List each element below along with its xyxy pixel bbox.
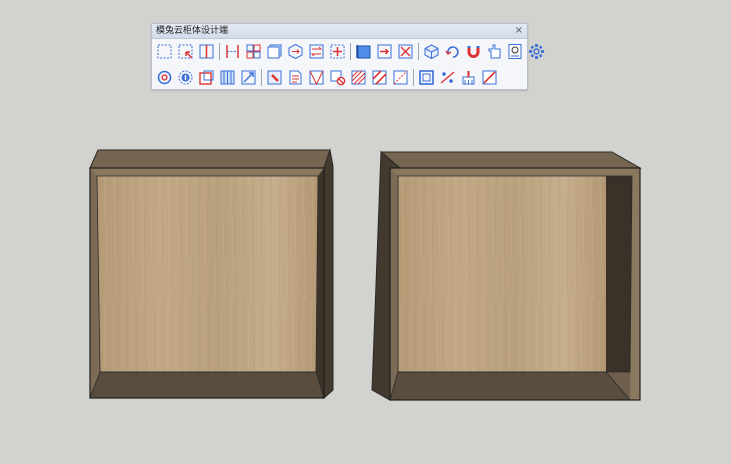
toolbar-separator [413, 68, 414, 86]
magnet-icon[interactable] [464, 42, 483, 61]
paint-box-icon[interactable] [265, 68, 284, 87]
hexagon-move-icon[interactable] [286, 42, 305, 61]
toolbar-separator [219, 42, 220, 60]
swap-arrows-icon[interactable] [307, 42, 326, 61]
select-corner-icon[interactable] [176, 42, 195, 61]
hand-icon[interactable] [485, 42, 504, 61]
cabinet-left[interactable] [89, 148, 334, 400]
copy-panel-icon[interactable] [265, 42, 284, 61]
x-box-icon[interactable] [396, 42, 415, 61]
at-icon[interactable] [155, 68, 174, 87]
corner-icon[interactable] [391, 68, 410, 87]
document-icon[interactable] [286, 68, 305, 87]
grid-split-icon[interactable] [244, 42, 263, 61]
toolbar-row-2 [154, 67, 500, 87]
arrow-in-icon[interactable] [375, 42, 394, 61]
forbidden-icon[interactable] [328, 68, 347, 87]
toolbar-title: 模兔云柜体设计端 [156, 26, 229, 36]
settings-gear-icon[interactable] [527, 42, 546, 61]
red-box-icon[interactable] [197, 68, 216, 87]
hatch-icon[interactable] [349, 68, 368, 87]
vertical-divider-icon[interactable] [197, 42, 216, 61]
side-panels-icon[interactable] [223, 42, 242, 61]
stack-panel-icon[interactable] [218, 68, 237, 87]
hatch-red-icon[interactable] [370, 68, 389, 87]
toolbar-row-1 [154, 41, 547, 61]
close-icon[interactable]: × [515, 24, 523, 37]
cabinet-right[interactable] [371, 150, 642, 401]
toolbar-separator [261, 68, 262, 86]
blue-board-icon[interactable] [354, 42, 373, 61]
frame-icon[interactable] [417, 68, 436, 87]
toolbar-separator [418, 42, 419, 60]
search-doc-icon[interactable] [506, 42, 525, 61]
delete-box-icon[interactable] [480, 68, 499, 87]
rotate-icon[interactable] [443, 42, 462, 61]
add-divider-icon[interactable] [328, 42, 347, 61]
cabinet-icon[interactable] [307, 68, 326, 87]
toolbar-titlebar[interactable]: 模兔云柜体设计端 × [152, 24, 527, 39]
resize-arrow-icon[interactable] [239, 68, 258, 87]
brush-icon[interactable] [459, 68, 478, 87]
number-badge-icon[interactable] [176, 68, 195, 87]
toolbar-separator [350, 42, 351, 60]
cube-icon[interactable] [422, 42, 441, 61]
cabinet-design-toolbar: 模兔云柜体设计端 × [151, 23, 545, 90]
dashed-select-icon[interactable] [155, 42, 174, 61]
measure-icon[interactable] [438, 68, 457, 87]
